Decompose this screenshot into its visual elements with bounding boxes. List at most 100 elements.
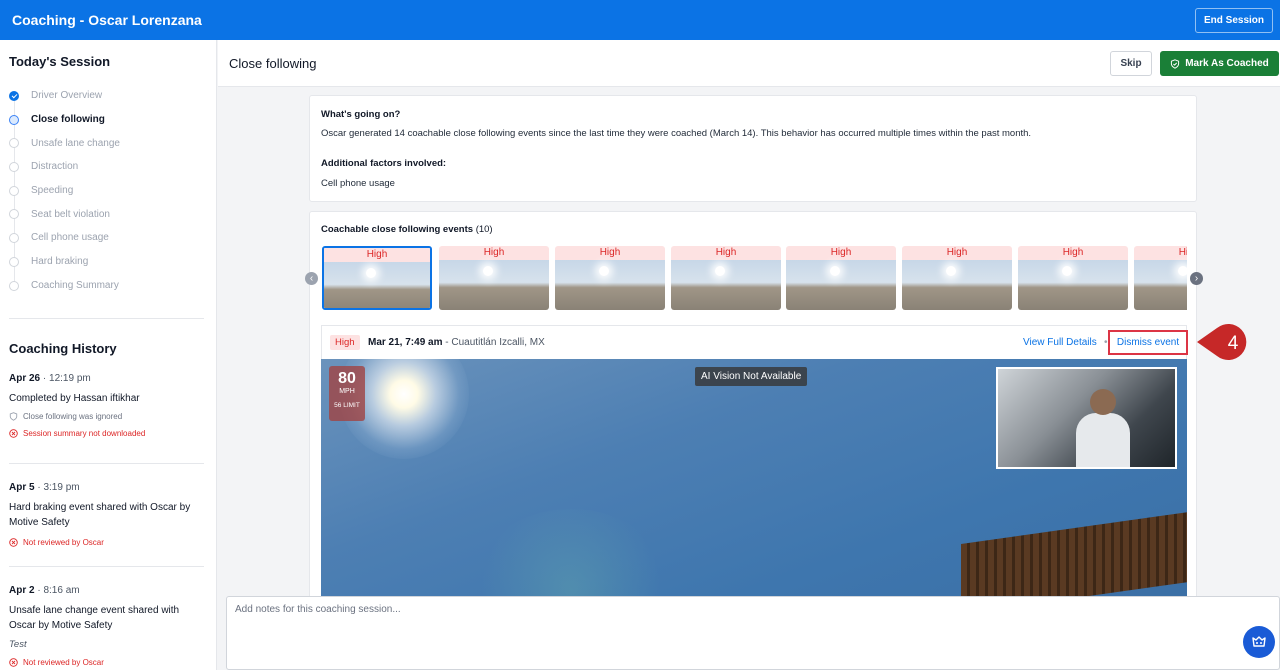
history-error: Not reviewed by Oscar (9, 658, 204, 667)
history-item: Apr 26 · 12:19 pm Completed by Hassan if… (9, 373, 204, 438)
speed-unit: MPH (339, 388, 355, 395)
thumbnail-image (1018, 260, 1128, 310)
driver-cam-view[interactable] (996, 367, 1177, 469)
page-title: Close following (229, 56, 317, 71)
history-error: Not reviewed by Oscar (9, 538, 204, 547)
history-text: Completed by Hassan iftikhar (9, 393, 140, 404)
step-label: Seat belt violation (31, 208, 110, 220)
history-date: Apr 26 · 12:19 pm (9, 373, 91, 384)
dismiss-event-link[interactable]: Dismiss event (1108, 330, 1188, 355)
additional-factors-label: Additional factors involved: (321, 158, 447, 169)
event-thumbnail[interactable]: High (555, 246, 665, 310)
step-speeding[interactable]: Speeding (0, 179, 216, 203)
page-header: Close following Skip Mark As Coached (218, 40, 1280, 87)
additional-factors-text: Cell phone usage (321, 178, 395, 189)
divider (9, 318, 204, 319)
history-comment: Test (9, 639, 27, 650)
step-label: Unsafe lane change (31, 137, 120, 149)
pending-step-icon (9, 162, 19, 173)
step-seat-belt-violation[interactable]: Seat belt violation (0, 202, 216, 226)
divider (9, 566, 204, 567)
shield-icon (9, 412, 18, 421)
history-text: Unsafe lane change event shared with Osc… (9, 605, 180, 631)
step-label: Speeding (31, 185, 74, 197)
top-bar: Coaching - Oscar Lorenzana End Session (0, 0, 1280, 40)
help-bot-icon (1252, 636, 1266, 647)
step-hard-braking[interactable]: Hard braking (0, 250, 216, 274)
step-driver-overview[interactable]: Driver Overview (0, 84, 216, 108)
events-title: Coachable close following events (10) (321, 224, 493, 235)
event-thumbnail[interactable]: High (439, 246, 549, 310)
pending-step-icon (9, 280, 19, 291)
thumbnail-image (439, 260, 549, 310)
driver-head (1090, 389, 1116, 415)
history-error: Session summary not downloaded (9, 429, 204, 438)
session-steps: Driver Overview Close following Unsafe l… (0, 84, 216, 298)
roadside-structure (961, 512, 1187, 600)
whats-going-on-label: What's going on? (321, 109, 401, 120)
history-note: Close following was ignored (9, 412, 204, 421)
event-details-bar: High Mar 21, 7:49 am - Cuautitlán Izcall… (321, 325, 1188, 359)
thumbnail-image (786, 260, 896, 310)
event-thumbnail[interactable]: High (786, 246, 896, 310)
history-text: Hard braking event shared with Oscar by … (9, 502, 191, 528)
event-datetime: Mar 21, 7:49 am - Cuautitlán Izcalli, MX (368, 337, 545, 348)
annotation-marker-icon: 4 (1197, 324, 1247, 360)
divider (9, 463, 204, 464)
sidebar: Today's Session Driver Overview Close fo… (0, 40, 217, 670)
speed-limit: 56 LIMIT (334, 402, 360, 409)
skip-button[interactable]: Skip (1110, 51, 1152, 76)
current-step-icon (9, 114, 19, 125)
next-arrow-icon[interactable]: › (1190, 272, 1203, 285)
separator-dot: • (1104, 337, 1108, 348)
step-close-following[interactable]: Close following (0, 108, 216, 132)
thumbnail-image (555, 260, 665, 310)
thumbnail-image (902, 260, 1012, 310)
event-thumbnail[interactable]: High (902, 246, 1012, 310)
check-icon (9, 91, 19, 101)
step-coaching-summary[interactable]: Coaching Summary (0, 274, 216, 298)
history-title: Coaching History (9, 341, 117, 356)
event-thumbnails: High High High High High High High High (321, 246, 1187, 312)
driver-figure (1076, 413, 1130, 467)
error-circle-icon (9, 658, 18, 667)
help-button[interactable] (1243, 626, 1275, 658)
whats-going-on-text: Oscar generated 14 coachable close follo… (321, 128, 1032, 139)
view-full-details-link[interactable]: View Full Details (1023, 337, 1097, 348)
severity-badge: High (330, 335, 360, 350)
window-title: Coaching - Oscar Lorenzana (12, 12, 202, 28)
history-item: Apr 2 · 8:16 am Unsafe lane change event… (9, 585, 204, 667)
history-item: Apr 5 · 3:19 pm Hard braking event share… (9, 482, 204, 547)
step-label: Distraction (31, 161, 79, 173)
pending-step-icon (9, 185, 19, 196)
history-date: Apr 2 · 8:16 am (9, 585, 80, 596)
step-label: Close following (31, 114, 105, 126)
step-label: Driver Overview (31, 90, 103, 102)
pending-step-icon (9, 138, 19, 149)
pending-step-icon (9, 256, 19, 267)
event-video[interactable]: 80 MPH 56 LIMIT AI Vision Not Available (321, 359, 1187, 600)
main-content: What's going on? Oscar generated 14 coac… (218, 88, 1280, 601)
step-label: Cell phone usage (31, 232, 109, 244)
thumbnail-image (671, 260, 781, 310)
event-thumbnail[interactable]: High (671, 246, 781, 310)
end-session-button[interactable]: End Session (1194, 7, 1273, 33)
step-distraction[interactable]: Distraction (0, 155, 216, 179)
pending-step-icon (9, 233, 19, 244)
event-thumbnail[interactable]: High (1018, 246, 1128, 310)
step-unsafe-lane-change[interactable]: Unsafe lane change (0, 131, 216, 155)
event-thumbnail[interactable]: High (322, 246, 432, 310)
annotation-number: 4 (1228, 333, 1239, 354)
step-label: Coaching Summary (31, 279, 119, 291)
ai-vision-status: AI Vision Not Available (695, 367, 808, 386)
events-card: Coachable close following events (10) Hi… (309, 211, 1197, 601)
event-thumbnail[interactable]: High (1134, 246, 1187, 310)
thumbnail-image (1134, 260, 1187, 310)
session-title: Today's Session (9, 54, 111, 69)
step-cell-phone-usage[interactable]: Cell phone usage (0, 226, 216, 250)
shield-check-icon (1171, 58, 1180, 69)
notes-input[interactable] (227, 597, 1279, 669)
prev-arrow-icon[interactable]: ‹ (305, 272, 318, 285)
mark-as-coached-button[interactable]: Mark As Coached (1160, 51, 1279, 76)
speed-indicator: 80 MPH 56 LIMIT (329, 366, 365, 421)
